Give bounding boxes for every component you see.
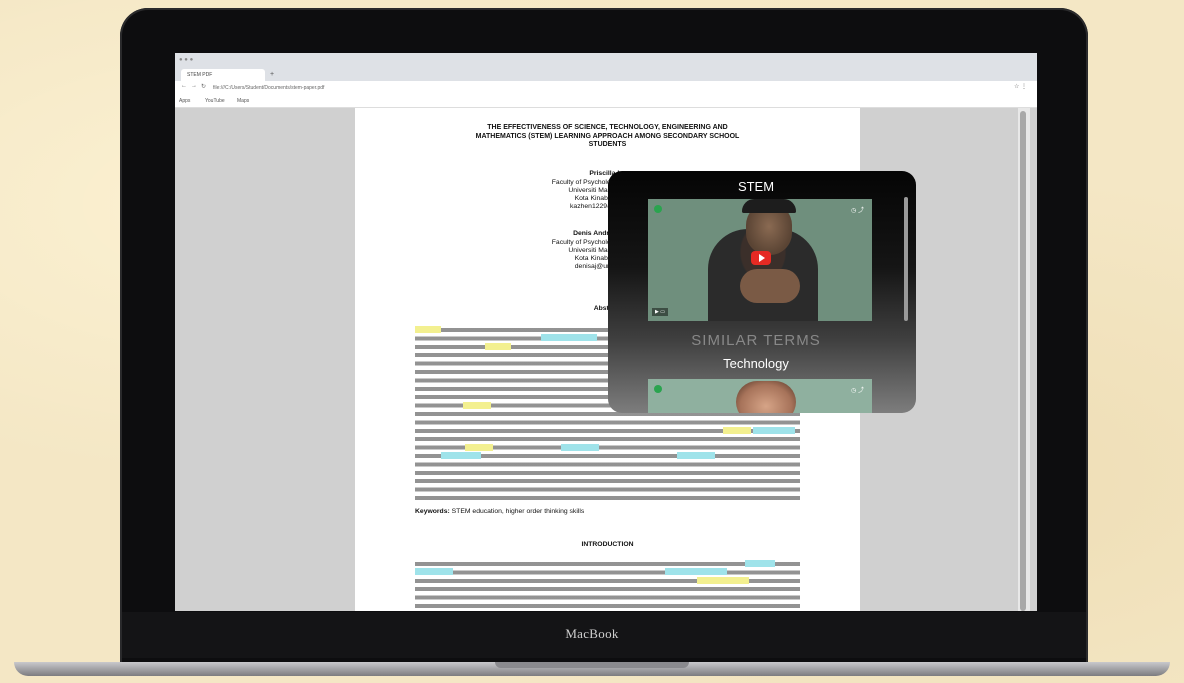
tab-strip <box>175 67 1037 81</box>
video-menu-icon[interactable]: ◷ ⤴ <box>851 205 864 214</box>
url-field[interactable]: file:///C:/Users/Student/Documents/stem-… <box>213 83 973 93</box>
laptop-base-notch <box>495 662 689 668</box>
browser-titlebar: ● ● ● <box>175 53 1037 67</box>
similar-term[interactable]: Technology <box>608 356 904 371</box>
reload-icon[interactable]: ↻ <box>201 83 206 90</box>
channel-icon <box>654 205 662 213</box>
forward-icon[interactable]: → <box>191 83 197 89</box>
extensions-icon[interactable]: ☆ ⋮ <box>1014 83 1027 90</box>
video-person-cap <box>742 199 796 213</box>
bookmark-item[interactable]: Maps <box>237 98 249 104</box>
keywords-line: Keywords: STEM education, higher order t… <box>415 508 585 515</box>
laptop-screen: ● ● ● STEM PDF + ← → ↻ file:///C:/Users/… <box>175 53 1037 611</box>
watch-on-youtube-icon[interactable]: ▶ ▭ <box>652 308 668 316</box>
video-menu-icon[interactable]: ◷ ⤴ <box>851 385 864 394</box>
similar-terms-label: SIMILAR TERMS <box>691 332 821 349</box>
back-icon[interactable]: ← <box>181 83 187 89</box>
introduction-heading: INTRODUCTION <box>581 541 634 548</box>
popup-scrollbar[interactable] <box>904 197 908 321</box>
paper-title: THE EFFECTIVENESS OF SCIENCE, TECHNOLOGY… <box>475 124 740 149</box>
video-person-face <box>736 381 796 413</box>
sign-language-video[interactable]: ◷ ⤴ ▶ ▭ <box>648 199 872 321</box>
device-brand-label: MacBook <box>565 626 619 641</box>
window-controls-icon[interactable]: ● ● ● <box>179 57 193 63</box>
introduction-text <box>415 560 800 611</box>
similar-term-video[interactable]: ◷ ⤴ <box>648 379 872 413</box>
browser-tab[interactable]: STEM PDF <box>181 69 265 81</box>
bookmark-item[interactable]: YouTube <box>205 98 225 104</box>
bookmark-item[interactable]: Apps <box>179 98 190 104</box>
pdf-viewer: THE EFFECTIVENESS OF SCIENCE, TECHNOLOGY… <box>175 108 1037 611</box>
video-person-hands <box>740 269 800 303</box>
channel-icon <box>654 385 662 393</box>
bookmarks-bar: Apps YouTube Maps <box>175 95 1037 108</box>
new-tab-icon[interactable]: + <box>270 71 274 78</box>
stem-definition-popup[interactable]: STEM ◷ ⤴ ▶ ▭ SIMILAR TERMS Technology ◷ … <box>608 171 916 413</box>
play-icon[interactable] <box>751 251 771 265</box>
pdf-scroll-thumb[interactable] <box>1020 111 1026 611</box>
popup-title: STEM <box>737 179 775 194</box>
